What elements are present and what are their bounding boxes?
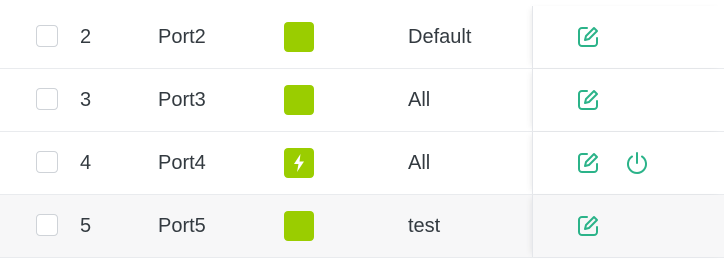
port-name: Port3 xyxy=(158,88,206,111)
port-name: Port5 xyxy=(158,214,206,237)
table-row: 4 Port4 All xyxy=(0,132,724,195)
table-row: 3 Port3 All xyxy=(0,69,724,132)
edit-icon[interactable] xyxy=(575,24,601,50)
edit-icon[interactable] xyxy=(575,213,601,239)
port-table: 2 Port2 Default 3 Port3 All 4 Port4 All … xyxy=(0,0,724,267)
edit-icon[interactable] xyxy=(575,150,601,176)
power-icon[interactable] xyxy=(623,149,651,177)
port-number: 2 xyxy=(80,25,92,48)
port-number: 4 xyxy=(80,151,92,174)
status-indicator xyxy=(284,22,314,52)
port-name: Port2 xyxy=(158,25,206,48)
table-row: 2 Port2 Default xyxy=(0,6,724,69)
status-indicator xyxy=(284,148,314,178)
row-select-checkbox[interactable] xyxy=(36,151,58,173)
profile-name: All xyxy=(408,151,431,174)
port-number: 3 xyxy=(80,88,92,111)
table-row: 5 Port5 test xyxy=(0,195,724,258)
row-select-checkbox[interactable] xyxy=(36,214,58,236)
action-cell xyxy=(532,69,724,131)
row-select-checkbox[interactable] xyxy=(36,88,58,110)
row-select-checkbox[interactable] xyxy=(36,25,58,47)
port-number: 5 xyxy=(80,214,92,237)
port-name: Port4 xyxy=(158,151,206,174)
profile-name: All xyxy=(408,88,431,111)
lightning-icon xyxy=(294,154,304,172)
status-indicator xyxy=(284,211,314,241)
profile-name: Default xyxy=(408,25,472,48)
action-cell xyxy=(532,195,724,257)
edit-icon[interactable] xyxy=(575,87,601,113)
action-cell xyxy=(532,6,724,68)
status-indicator xyxy=(284,85,314,115)
profile-name: test xyxy=(408,214,441,237)
action-cell xyxy=(532,132,724,194)
